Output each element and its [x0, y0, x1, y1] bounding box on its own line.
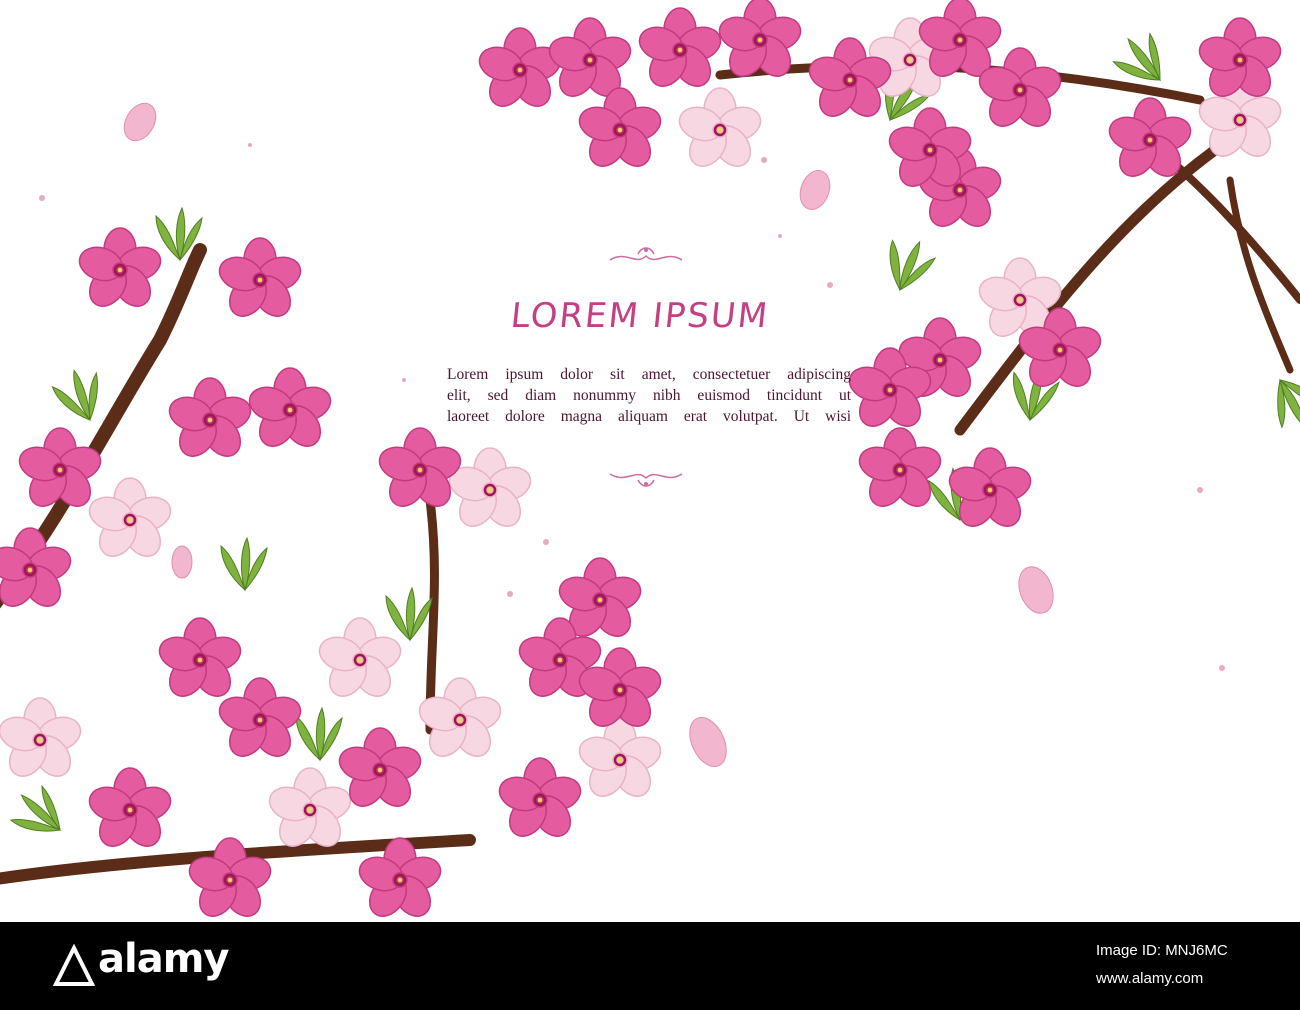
body-line: Lorem ipsum dolor sit amet, consectetuer… [447, 366, 851, 383]
site-link[interactable]: www.alamy.com [1096, 970, 1203, 987]
image-id: Image ID: MNJ6MC [1096, 942, 1228, 959]
body-line: elit, sed diam nonummy nibh euismod tinc… [447, 387, 851, 404]
cherry-blossom-artwork [0, 0, 1300, 922]
alamy-logo-icon [52, 944, 96, 986]
body-text: Lorem ipsum dolor sit amet, consectetuer… [447, 364, 851, 427]
ornament-top-icon [609, 247, 683, 261]
footer-bar: alamy Image ID: MNJ6MC www.alamy.com [0, 922, 1300, 1010]
body-line: laoreet dolore magna aliquam erat volutp… [447, 408, 851, 425]
brand-wordmark: alamy [98, 936, 229, 982]
headline: LOREM IPSUM [508, 296, 772, 336]
ornament-bottom-icon [609, 473, 683, 487]
